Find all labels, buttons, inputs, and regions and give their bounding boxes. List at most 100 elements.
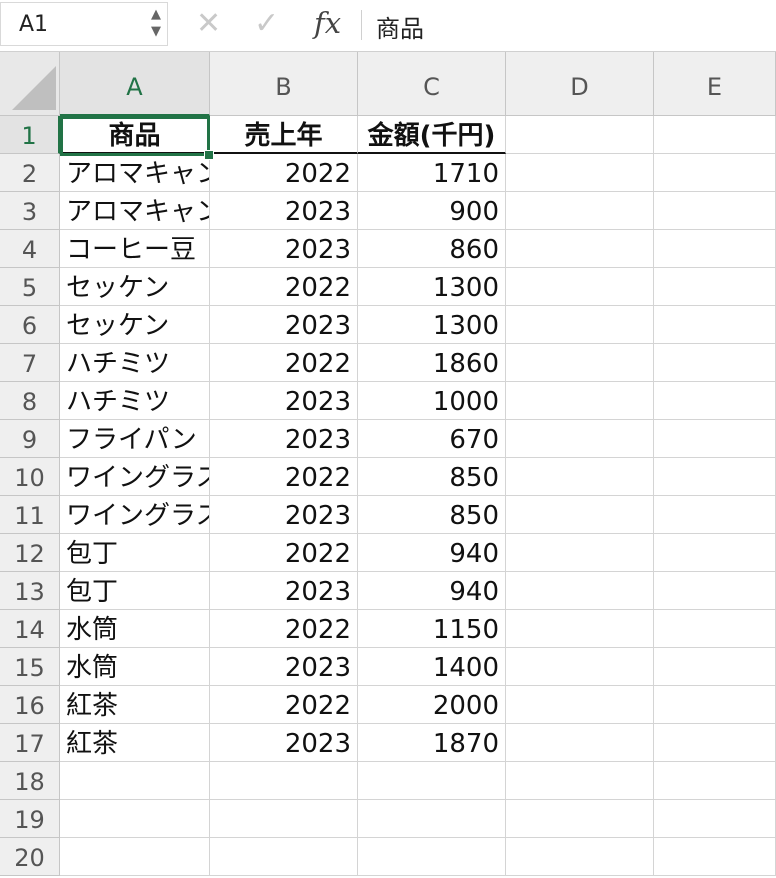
cell-e20[interactable] — [654, 838, 776, 876]
cell-b4[interactable]: 2023 — [210, 230, 358, 268]
cell-c10[interactable]: 850 — [358, 458, 506, 496]
cell-d16[interactable] — [506, 686, 654, 724]
cell-c15[interactable]: 1400 — [358, 648, 506, 686]
fill-handle[interactable] — [204, 150, 214, 160]
cell-e11[interactable] — [654, 496, 776, 534]
cell-d6[interactable] — [506, 306, 654, 344]
cell-c7[interactable]: 1860 — [358, 344, 506, 382]
select-all-corner[interactable] — [0, 52, 60, 116]
row-header-11[interactable]: 11 — [0, 496, 60, 534]
cell-d12[interactable] — [506, 534, 654, 572]
row-header-16[interactable]: 16 — [0, 686, 60, 724]
cell-b7[interactable]: 2022 — [210, 344, 358, 382]
cell-c4[interactable]: 860 — [358, 230, 506, 268]
row-header-8[interactable]: 8 — [0, 382, 60, 420]
row-header-3[interactable]: 3 — [0, 192, 60, 230]
cell-b3[interactable]: 2023 — [210, 192, 358, 230]
cell-a15[interactable]: 水筒 — [60, 648, 210, 686]
header-cell-a[interactable]: 商品 — [60, 116, 210, 154]
cell-a6[interactable]: セッケン — [60, 306, 210, 344]
cell-e10[interactable] — [654, 458, 776, 496]
cell-d14[interactable] — [506, 610, 654, 648]
cell-e19[interactable] — [654, 800, 776, 838]
cell-c5[interactable]: 1300 — [358, 268, 506, 306]
cell-c3[interactable]: 900 — [358, 192, 506, 230]
cell-a5[interactable]: セッケン — [60, 268, 210, 306]
header-cell-c[interactable]: 金額(千円) — [358, 116, 506, 154]
cell-d2[interactable] — [506, 154, 654, 192]
row-header-12[interactable]: 12 — [0, 534, 60, 572]
row-header-13[interactable]: 13 — [0, 572, 60, 610]
cell-a12[interactable]: 包丁 — [60, 534, 210, 572]
cell-b12[interactable]: 2022 — [210, 534, 358, 572]
cell-d13[interactable] — [506, 572, 654, 610]
cell-e4[interactable] — [654, 230, 776, 268]
cell-b16[interactable]: 2022 — [210, 686, 358, 724]
cell-c16[interactable]: 2000 — [358, 686, 506, 724]
cell-d19[interactable] — [506, 800, 654, 838]
cell-e9[interactable] — [654, 420, 776, 458]
cell-d10[interactable] — [506, 458, 654, 496]
cell-b19[interactable] — [210, 800, 358, 838]
confirm-check-icon[interactable]: ✓ — [254, 6, 279, 41]
cell-b11[interactable]: 2023 — [210, 496, 358, 534]
formula-input[interactable]: 商品 — [376, 9, 424, 44]
cell-b20[interactable] — [210, 838, 358, 876]
cell-a18[interactable] — [60, 762, 210, 800]
cell-e14[interactable] — [654, 610, 776, 648]
row-header-9[interactable]: 9 — [0, 420, 60, 458]
cell-e16[interactable] — [654, 686, 776, 724]
cell-c6[interactable]: 1300 — [358, 306, 506, 344]
cell-a2[interactable]: アロマキャン — [60, 154, 210, 192]
column-header-a[interactable]: A — [60, 52, 210, 116]
row-header-2[interactable]: 2 — [0, 154, 60, 192]
cell-a11[interactable]: ワイングラス — [60, 496, 210, 534]
cell-d15[interactable] — [506, 648, 654, 686]
cell-c20[interactable] — [358, 838, 506, 876]
cell-d8[interactable] — [506, 382, 654, 420]
cell-d5[interactable] — [506, 268, 654, 306]
cell-d11[interactable] — [506, 496, 654, 534]
row-header-14[interactable]: 14 — [0, 610, 60, 648]
cancel-x-icon[interactable]: ✕ — [196, 6, 221, 41]
cell-e13[interactable] — [654, 572, 776, 610]
cell-c17[interactable]: 1870 — [358, 724, 506, 762]
cell-c18[interactable] — [358, 762, 506, 800]
cell-c9[interactable]: 670 — [358, 420, 506, 458]
cell-d9[interactable] — [506, 420, 654, 458]
cell-e15[interactable] — [654, 648, 776, 686]
column-header-b[interactable]: B — [210, 52, 358, 116]
cell-b2[interactable]: 2022 — [210, 154, 358, 192]
row-header-20[interactable]: 20 — [0, 838, 60, 876]
spin-up-icon[interactable]: ▲ — [151, 8, 161, 21]
cell-a4[interactable]: コーヒー豆 — [60, 230, 210, 268]
row-header-18[interactable]: 18 — [0, 762, 60, 800]
cell-a10[interactable]: ワイングラス — [60, 458, 210, 496]
cell-a3[interactable]: アロマキャン — [60, 192, 210, 230]
cell-a7[interactable]: ハチミツ — [60, 344, 210, 382]
cell-d18[interactable] — [506, 762, 654, 800]
cell-e17[interactable] — [654, 724, 776, 762]
cell-c13[interactable]: 940 — [358, 572, 506, 610]
cell-c14[interactable]: 1150 — [358, 610, 506, 648]
cell-d17[interactable] — [506, 724, 654, 762]
cell-d7[interactable] — [506, 344, 654, 382]
cell-a20[interactable] — [60, 838, 210, 876]
cell-d3[interactable] — [506, 192, 654, 230]
cell-c8[interactable]: 1000 — [358, 382, 506, 420]
column-header-d[interactable]: D — [506, 52, 654, 116]
row-header-5[interactable]: 5 — [0, 268, 60, 306]
cell-e3[interactable] — [654, 192, 776, 230]
cell-b15[interactable]: 2023 — [210, 648, 358, 686]
row-header-15[interactable]: 15 — [0, 648, 60, 686]
cell-d4[interactable] — [506, 230, 654, 268]
cell-e6[interactable] — [654, 306, 776, 344]
cell-e2[interactable] — [654, 154, 776, 192]
row-header-1[interactable]: 1 — [0, 116, 60, 154]
cell-e12[interactable] — [654, 534, 776, 572]
spin-down-icon[interactable]: ▼ — [151, 25, 161, 38]
fx-icon[interactable]: fx — [314, 6, 341, 40]
row-header-10[interactable]: 10 — [0, 458, 60, 496]
row-header-6[interactable]: 6 — [0, 306, 60, 344]
header-cell-b[interactable]: 売上年 — [210, 116, 358, 154]
